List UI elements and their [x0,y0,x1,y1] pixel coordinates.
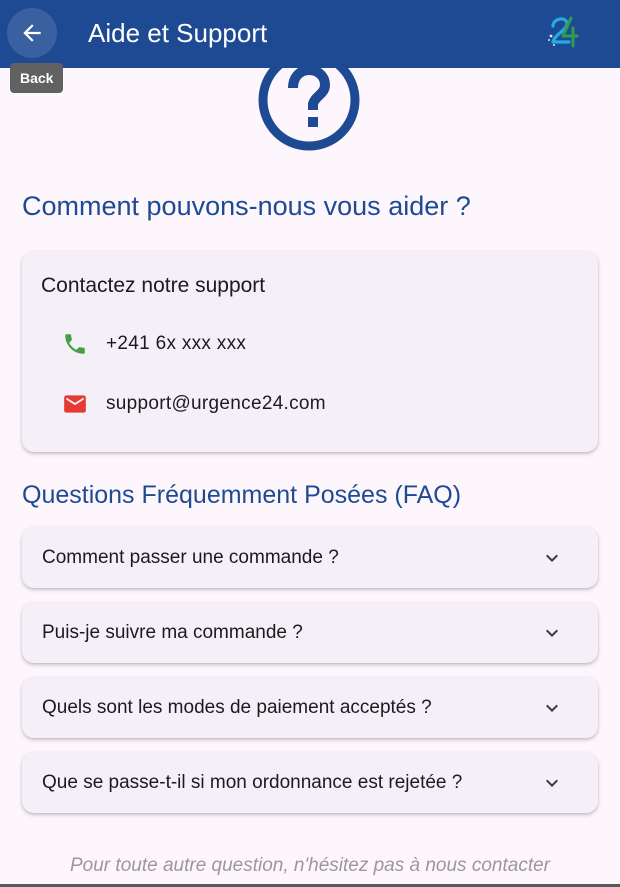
phone-row[interactable]: +241 6x xxx xxx [62,329,246,359]
faq-question: Puis-je suivre ma commande ? [42,622,303,643]
chevron-down-icon [546,629,558,637]
phone-number: +241 6x xxx xxx [106,333,247,354]
chevron-down-icon [546,704,558,712]
page-title: Aide et Support [88,18,268,48]
arrow-left-icon [23,24,41,42]
back-tooltip: Back [10,63,64,93]
faq-item[interactable]: Comment passer une commande ? [22,527,598,588]
faq-question: Comment passer une commande ? [42,547,339,568]
email-row[interactable]: support@urgence24.com [62,389,326,419]
faq-item[interactable]: Que se passe-t-il si mon ordonnance est … [22,752,598,813]
main-heading: Comment pouvons-nous vous aider ? [22,191,471,221]
contact-card: Contactez notre support +241 6x xxx xxx … [22,251,598,452]
contact-title: Contactez notre support [41,274,266,297]
back-button[interactable] [7,8,57,58]
help-support-screen: Aide et Support Back Comment pouvons-nou… [0,0,620,887]
mail-icon [62,391,88,417]
chevron-down-icon [546,779,558,787]
faq-question: Quels sont les modes de paiement accepté… [42,697,432,718]
chevron-down-icon [546,554,558,562]
faq-question: Que se passe-t-il si mon ordonnance est … [42,772,463,793]
faq-heading: Questions Fréquemment Posées (FAQ) [22,481,462,509]
phone-icon [62,331,88,357]
footer-note: Pour toute autre question, n'hésitez pas… [70,855,550,876]
faq-item[interactable]: Puis-je suivre ma commande ? [22,602,598,663]
urgence24-logo [548,16,579,48]
email-address: support@urgence24.com [106,393,326,414]
app-bar: Aide et Support [0,0,620,68]
faq-item[interactable]: Quels sont les modes de paiement accepté… [22,677,598,738]
